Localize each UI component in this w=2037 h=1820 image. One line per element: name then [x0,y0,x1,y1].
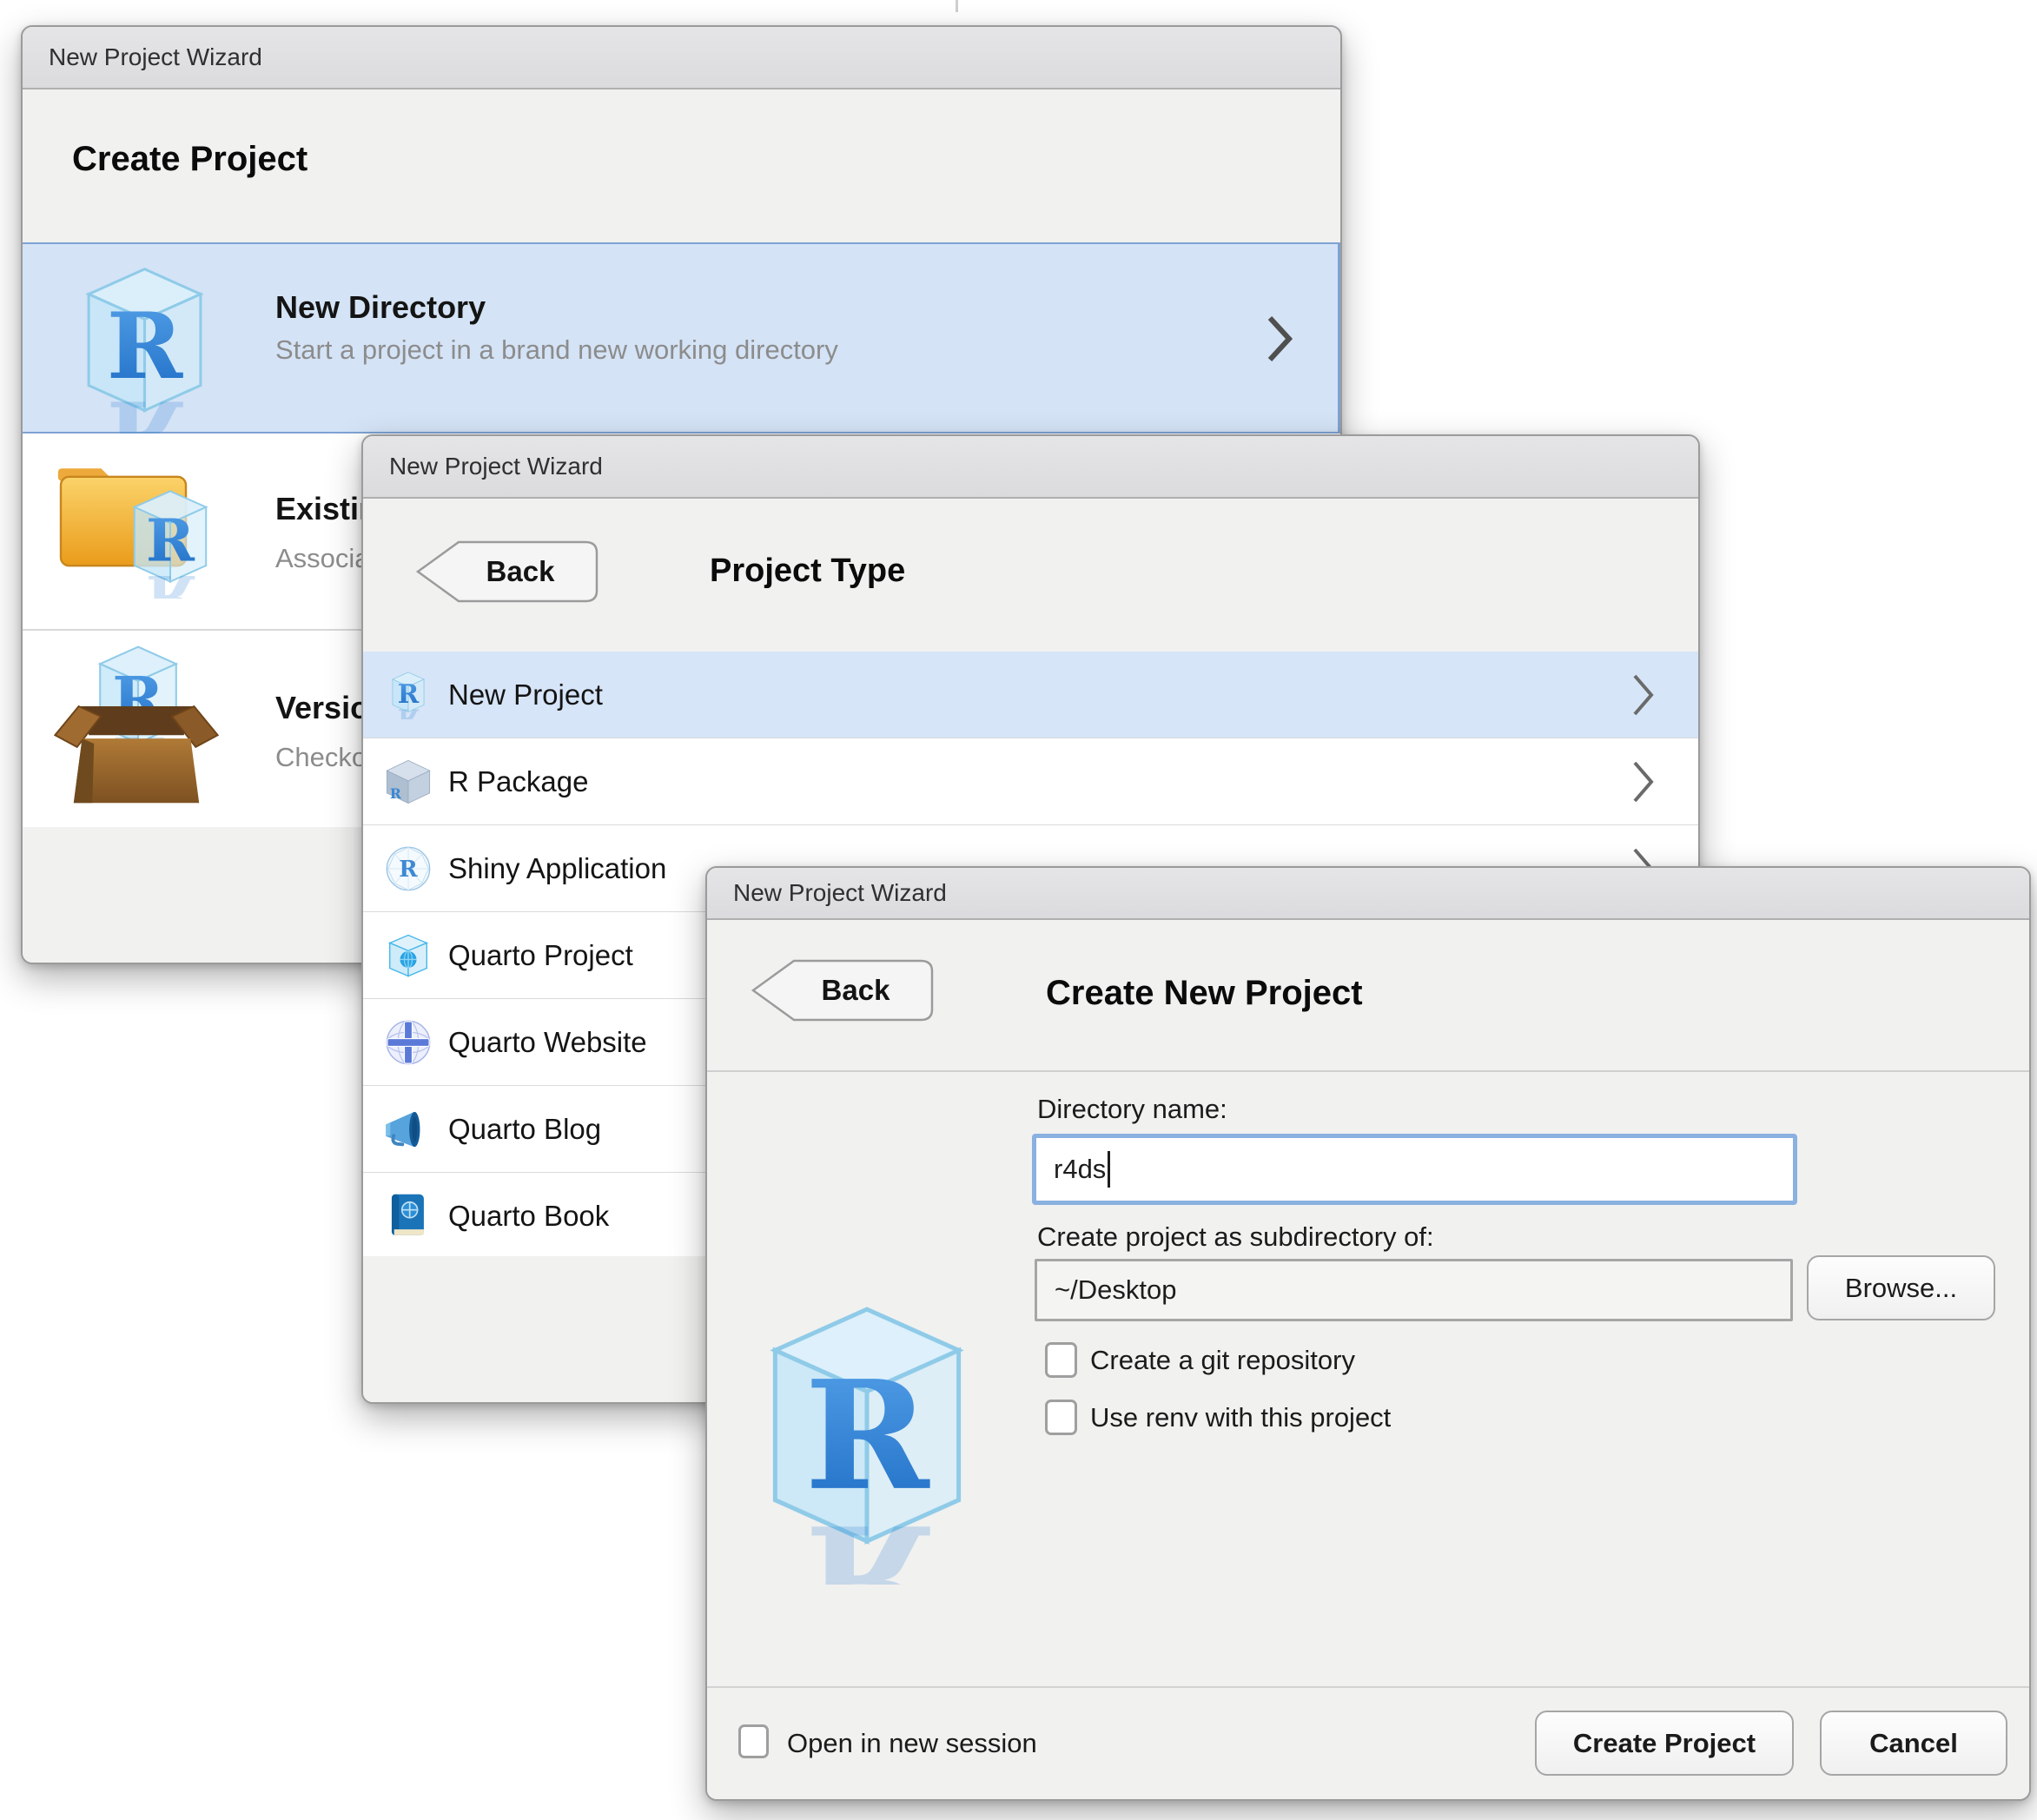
window3-title: New Project Wizard [733,879,947,906]
window3-button-bar: Open in new session Create Project Cance… [707,1686,2029,1799]
git-repository-checkbox[interactable] [1045,1342,1077,1378]
folder-r-cube-icon [54,449,224,599]
subdirectory-value: ~/Desktop [1055,1274,1177,1305]
back-button[interactable]: Back [413,539,601,605]
quarto-cube-globe-icon [387,934,429,977]
option-new-directory[interactable]: New Directory Start a project in a brand… [23,242,1340,437]
option-subtitle: Start a project in a brand new working d… [275,334,838,365]
directory-name-value: r4ds [1054,1154,1107,1184]
window3-titlebar[interactable]: New Project Wizard [707,868,2029,920]
git-repository-checkbox-label: Create a git repository [1090,1345,1355,1375]
browse-button[interactable]: Browse... [1807,1255,1995,1320]
renv-checkbox[interactable] [1045,1400,1077,1435]
window3-header: Back Create New Project [707,918,2029,1072]
directory-name-input[interactable]: r4ds [1032,1134,1797,1205]
subdirectory-label: Create project as subdirectory of: [1037,1221,1434,1252]
project-type-label: R Package [448,764,589,797]
box-r-cube-icon [50,643,223,808]
shiny-circle-r-icon: R [386,846,431,891]
open-new-session-checkbox[interactable] [738,1724,769,1758]
window2-header: Back Project Type [363,497,1698,652]
svg-text:R: R [390,785,402,802]
project-type-label: New Project [448,678,603,711]
package-cube-icon: R [386,759,431,804]
project-type-r-package[interactable]: R R Package [363,738,1698,825]
directory-name-label: Directory name: [1037,1094,1227,1124]
svg-text:R: R [399,857,418,883]
quarto-megaphone-icon [386,1111,420,1148]
chevron-right-icon [1633,761,1654,803]
window2-titlebar[interactable]: New Project Wizard [363,436,1698,499]
project-type-label: Quarto Project [448,938,633,971]
chevron-right-icon [1633,674,1654,716]
create-project-button[interactable]: Create Project [1535,1711,1794,1776]
renv-checkbox-label: Use renv with this project [1090,1402,1392,1433]
page-title: Project Type [710,553,906,589]
project-type-label: Quarto Book [448,1199,610,1232]
page-title: Create New Project [1046,974,1363,1012]
chevron-right-icon [1267,315,1293,362]
option-title: New Directory [275,289,486,325]
r-cube-icon [746,1300,988,1569]
quarto-globe-icon [386,1020,431,1065]
window3-form: Directory name: r4ds Create project as s… [707,1072,2029,1688]
window-create-new-project: New Project Wizard Back Create New Proje… [705,866,2031,1801]
window1-title: New Project Wizard [49,43,262,70]
quarto-book-icon [391,1194,424,1235]
subdirectory-input[interactable]: ~/Desktop [1035,1259,1793,1321]
window1-header: Create Project [23,88,1340,242]
open-new-session-label: Open in new session [787,1728,1037,1758]
project-type-label: Shiny Application [448,851,667,884]
page-title: Create Project [72,140,308,178]
r-cube-icon [68,263,222,437]
project-type-label: Quarto Website [448,1025,647,1058]
project-type-new-project[interactable]: New Project [363,652,1698,738]
screen-edge-artifact [956,0,958,12]
back-button-label: Back [821,974,890,1006]
desktop-background: New Project Wizard Create Project New Di… [0,0,2037,1820]
window1-titlebar[interactable]: New Project Wizard [23,27,1340,89]
back-button[interactable]: Back [749,957,936,1023]
r-cube-icon [392,672,425,719]
window2-title: New Project Wizard [389,453,603,480]
back-button-label: Back [486,555,555,587]
cancel-button[interactable]: Cancel [1820,1711,2007,1776]
project-type-label: Quarto Blog [448,1112,602,1145]
text-cursor [1108,1151,1111,1188]
